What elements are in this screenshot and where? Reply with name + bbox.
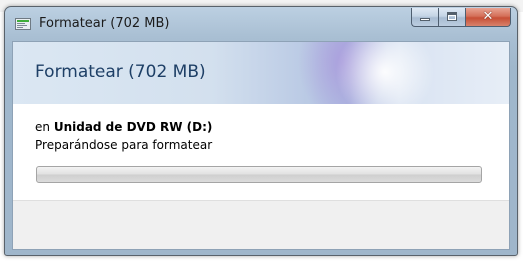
header-title: Formatear (702 MB): [35, 62, 206, 82]
title-bar[interactable]: Formatear (702 MB) ✕: [5, 7, 517, 41]
window-title: Formatear (702 MB): [39, 16, 170, 31]
close-icon: ✕: [482, 9, 494, 24]
progress-bar: [36, 166, 482, 183]
destination-prefix: en: [35, 120, 50, 134]
maximize-button[interactable]: [438, 8, 465, 27]
app-icon: [15, 18, 31, 30]
destination-line: en Unidad de DVD RW (D:): [35, 120, 212, 134]
maximize-icon: [447, 12, 457, 21]
minimize-icon: [420, 18, 430, 21]
dialog-client-area: Formatear (702 MB) en Unidad de DVD RW (…: [12, 41, 510, 250]
caption-buttons: ✕: [411, 8, 511, 28]
dialog-content: en Unidad de DVD RW (D:) Preparándose pa…: [13, 104, 509, 200]
header-band: Formatear (702 MB): [13, 42, 509, 105]
minimize-button[interactable]: [411, 8, 438, 27]
dialog-footer: [13, 200, 509, 249]
close-button[interactable]: ✕: [465, 8, 511, 27]
status-text: Preparándose para formatear: [35, 138, 213, 152]
format-dialog-window: Formatear (702 MB) ✕ Formatear (702 MB) …: [4, 6, 518, 256]
destination-drive-name: Unidad de DVD RW (D:): [53, 120, 213, 134]
